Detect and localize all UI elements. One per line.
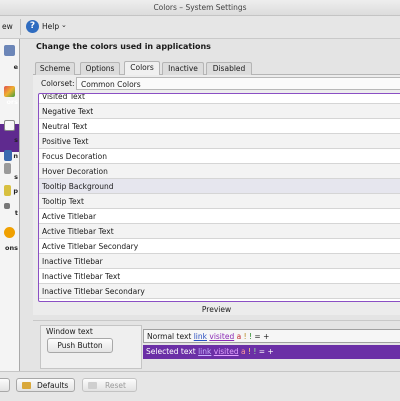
- tab-inactive[interactable]: Inactive: [162, 62, 204, 75]
- sidebar-item-splash[interactable]: t: [0, 209, 18, 217]
- list-item-selected[interactable]: Tooltip Background: [39, 179, 400, 194]
- notifications-icon: [4, 227, 15, 238]
- sidebar-item-emoticons[interactable]: p: [0, 187, 18, 195]
- list-item[interactable]: Inactive Titlebar Text: [39, 269, 400, 284]
- list-item[interactable]: Active Titlebar Secondary: [39, 239, 400, 254]
- sidebar-item-notifications[interactable]: ons: [0, 244, 18, 252]
- sidebar-item-colors[interactable]: ors: [0, 98, 18, 106]
- list-item[interactable]: Tooltip Text: [39, 194, 400, 209]
- preview-window-text: Window text: [46, 327, 93, 336]
- reset-button-label: Reset: [105, 381, 126, 390]
- toolbar-separator: [20, 19, 21, 35]
- help-label: Help: [42, 22, 60, 31]
- tab-disabled[interactable]: Disabled: [206, 62, 252, 75]
- window-titlebar: Colors – System Settings: [0, 0, 400, 16]
- preview-selected-positive: !: [253, 347, 257, 356]
- preview-selected-link: link: [198, 347, 212, 356]
- list-item[interactable]: Active Titlebar: [39, 209, 400, 224]
- help-button[interactable]: [0, 378, 10, 392]
- preview-positive: !: [249, 332, 253, 341]
- preview-title: Preview: [201, 305, 232, 314]
- list-item[interactable]: Inactive Titlebar: [39, 254, 400, 269]
- preview-selected-neutral: !: [247, 347, 251, 356]
- tab-options[interactable]: Options: [80, 62, 120, 75]
- defaults-button-label: Defaults: [37, 381, 69, 390]
- preview-selected-visited: visited: [213, 347, 239, 356]
- preview-link: link: [193, 332, 207, 341]
- sidebar: e ors s n s p t ons: [0, 39, 20, 371]
- overview-button[interactable]: ew: [2, 19, 13, 35]
- preview-normal-row: Normal text link visited a ! ! = +: [143, 329, 400, 343]
- list-item[interactable]: Neutral Text: [39, 119, 400, 134]
- preview-divider: [33, 320, 400, 321]
- preview-push-button[interactable]: Push Button: [47, 338, 113, 353]
- preview-visited: visited: [209, 332, 235, 341]
- tab-colors[interactable]: Colors: [124, 61, 160, 75]
- preview-normal-text: Normal text: [147, 332, 192, 341]
- preview-selected-text: Selected text: [146, 347, 196, 356]
- chevron-down-icon: ⌄: [61, 21, 67, 29]
- list-item[interactable]: Negative Text: [39, 104, 400, 119]
- help-menu-button[interactable]: ? Help ⌄: [26, 19, 70, 35]
- reset-button[interactable]: Reset: [82, 378, 137, 392]
- reset-icon: [88, 382, 97, 389]
- appearance-icon: [4, 45, 15, 56]
- fonts-icon: [4, 120, 15, 131]
- preview-neutral: !: [243, 332, 247, 341]
- preview-selected-row: Selected text link visited a ! ! = +: [143, 345, 400, 359]
- preview-negative: a: [236, 332, 242, 341]
- sidebar-item-appearance[interactable]: e: [0, 63, 18, 71]
- colorset-select[interactable]: Common Colors: [76, 77, 400, 90]
- sidebar-item-icons[interactable]: n: [0, 152, 18, 160]
- tab-scheme[interactable]: Scheme: [35, 62, 75, 75]
- colors-icon: [4, 86, 15, 97]
- list-item[interactable]: Inactive Titlebar Secondary: [39, 284, 400, 299]
- window-title: Colors – System Settings: [153, 3, 247, 12]
- page-title: Change the colors used in applications: [36, 42, 211, 51]
- list-item[interactable]: Hover Decoration: [39, 164, 400, 179]
- toolbar: ew ? Help ⌄: [0, 16, 400, 39]
- sidebar-item-styles[interactable]: s: [0, 173, 18, 181]
- sidebar-item-fonts[interactable]: s: [0, 136, 18, 144]
- list-item[interactable]: Focus Decoration: [39, 149, 400, 164]
- defaults-button[interactable]: Defaults: [16, 378, 75, 392]
- color-roles-list[interactable]: Visited Text Negative Text Neutral Text …: [38, 93, 400, 302]
- list-item[interactable]: Positive Text: [39, 134, 400, 149]
- list-item[interactable]: Visited Text: [39, 94, 400, 104]
- help-icon: ?: [26, 20, 39, 33]
- defaults-icon: [22, 382, 31, 389]
- preview-selected-tail: = +: [258, 347, 274, 356]
- preview-tail: = +: [254, 332, 270, 341]
- preview-selected-negative: a: [240, 347, 246, 356]
- colorset-label: Colorset:: [41, 79, 75, 88]
- list-item[interactable]: Active Titlebar Text: [39, 224, 400, 239]
